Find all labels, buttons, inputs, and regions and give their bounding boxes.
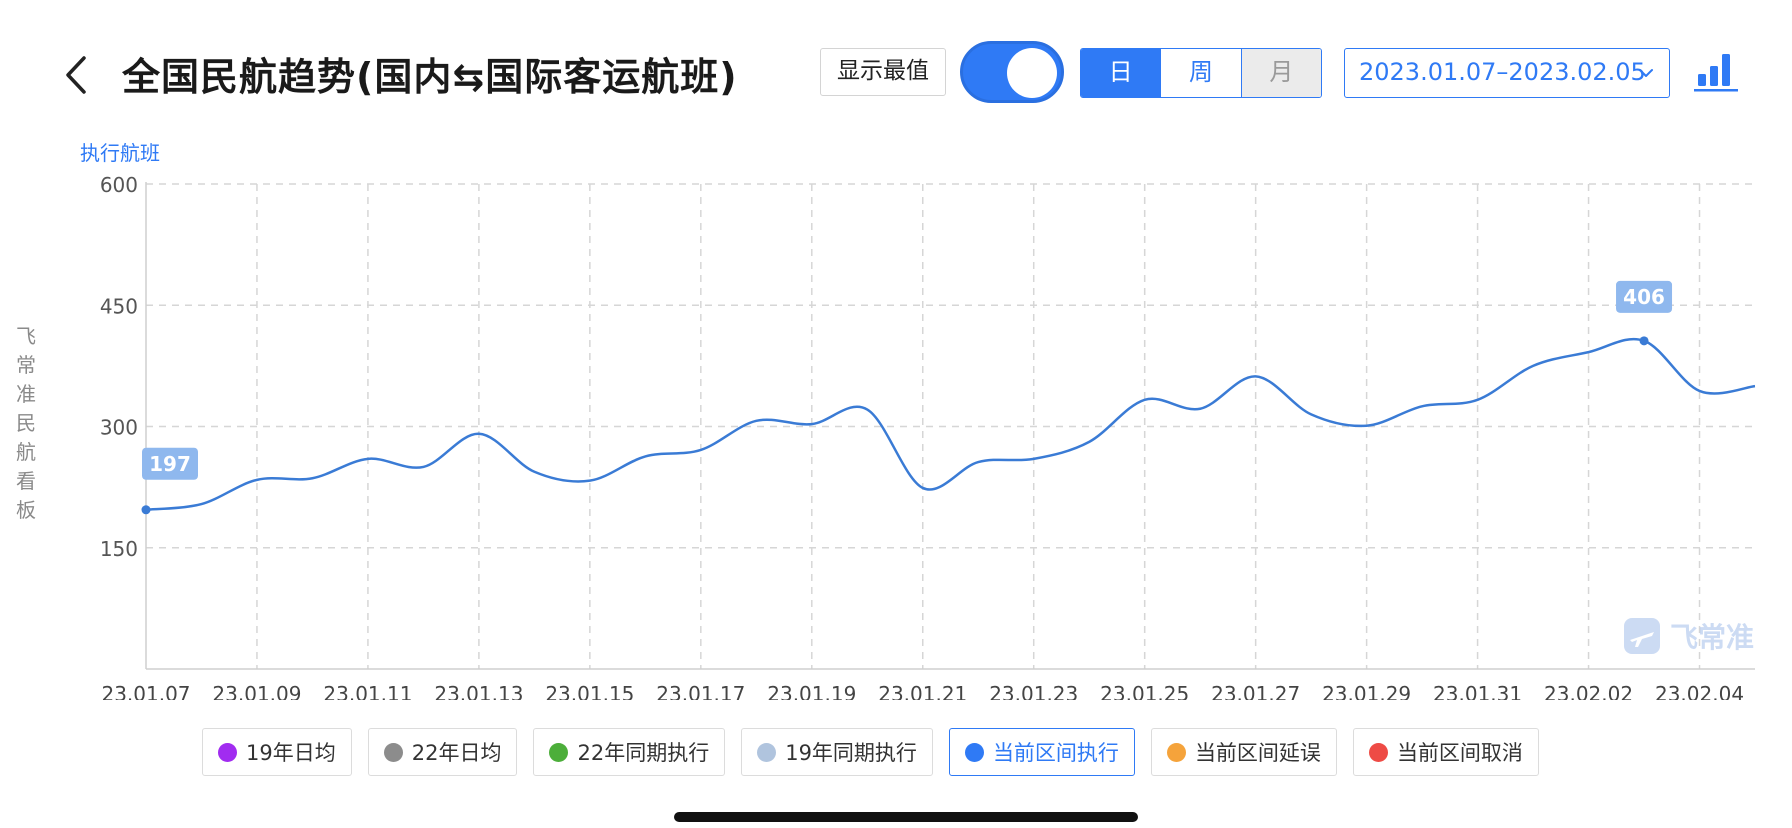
x-tick-label: 23.01.09 — [212, 682, 301, 700]
y-tick-label: 600 — [100, 173, 138, 197]
x-tick-label: 23.01.11 — [323, 682, 412, 700]
watermark-text: 飞常准 — [1670, 621, 1755, 654]
series-line — [145, 338, 1756, 512]
legend-dot-icon — [218, 742, 237, 762]
x-tick-label: 23.01.21 — [878, 682, 967, 700]
watermark: 飞常准 — [1622, 616, 1754, 656]
y-tick-label: 450 — [100, 294, 138, 318]
x-tick-label: 23.01.17 — [656, 682, 745, 700]
x-tick-label: 23.01.15 — [545, 682, 634, 700]
x-tick-label: 23.01.07 — [101, 682, 190, 700]
y-tick-label: 300 — [100, 416, 138, 440]
legend-item[interactable]: 当前区间取消 — [1352, 728, 1539, 776]
legend-item[interactable]: 当前区间延误 — [1150, 728, 1337, 776]
x-tick-label: 23.01.23 — [989, 682, 1078, 700]
x-tick-label: 23.01.25 — [1100, 682, 1189, 700]
value-badge-label: 197 — [149, 452, 191, 476]
data-point — [141, 505, 151, 515]
legend-item[interactable]: 19年同期执行 — [741, 728, 933, 776]
data-point — [1639, 336, 1649, 346]
legend-dot-icon — [383, 742, 403, 762]
legend-item[interactable]: 22年日均 — [367, 728, 518, 776]
legend-item[interactable]: 当前区间执行 — [948, 728, 1135, 776]
legend-dot-icon — [1166, 742, 1186, 762]
x-tick-label: 23.01.31 — [1433, 682, 1522, 700]
legend-dot-icon — [757, 742, 777, 762]
legend-label: 当前区间取消 — [1396, 741, 1523, 765]
plane-logo-icon — [1624, 618, 1660, 654]
x-tick-label: 23.01.27 — [1211, 682, 1300, 700]
legend-dot-icon — [549, 742, 569, 762]
legend-label: 当前区间延误 — [1194, 741, 1321, 765]
home-indicator — [674, 812, 1138, 822]
x-tick-label: 23.01.13 — [434, 682, 523, 700]
chart-legend: 19年日均 22年日均 22年同期执行 19年同期执行 当前区间执行 当前区间延误 当前区间… — [202, 728, 1539, 776]
legend-item[interactable]: 22年同期执行 — [533, 728, 726, 776]
legend-label: 19年同期执行 — [785, 741, 917, 765]
legend-label: 22年日均 — [411, 741, 502, 765]
x-tick-label: 23.01.19 — [767, 682, 856, 700]
legend-item[interactable]: 19年日均 — [202, 728, 352, 776]
legend-label: 22年同期执行 — [577, 741, 710, 765]
legend-label: 19年日均 — [246, 741, 336, 765]
x-tick-label: 23.02.04 — [1655, 682, 1744, 700]
line-chart: 150 300 450 600 23.01.07 23.01.09 23.01.11 23.0… — [100, 173, 1756, 700]
x-tick-label: 23.02.02 — [1544, 682, 1633, 700]
x-tick-label: 23.01.29 — [1322, 682, 1411, 700]
legend-label: 当前区间执行 — [992, 741, 1119, 765]
legend-dot-icon — [964, 742, 984, 762]
value-badge-label: 406 — [1623, 285, 1665, 309]
y-tick-label: 150 — [100, 537, 138, 561]
legend-dot-icon — [1368, 742, 1388, 762]
